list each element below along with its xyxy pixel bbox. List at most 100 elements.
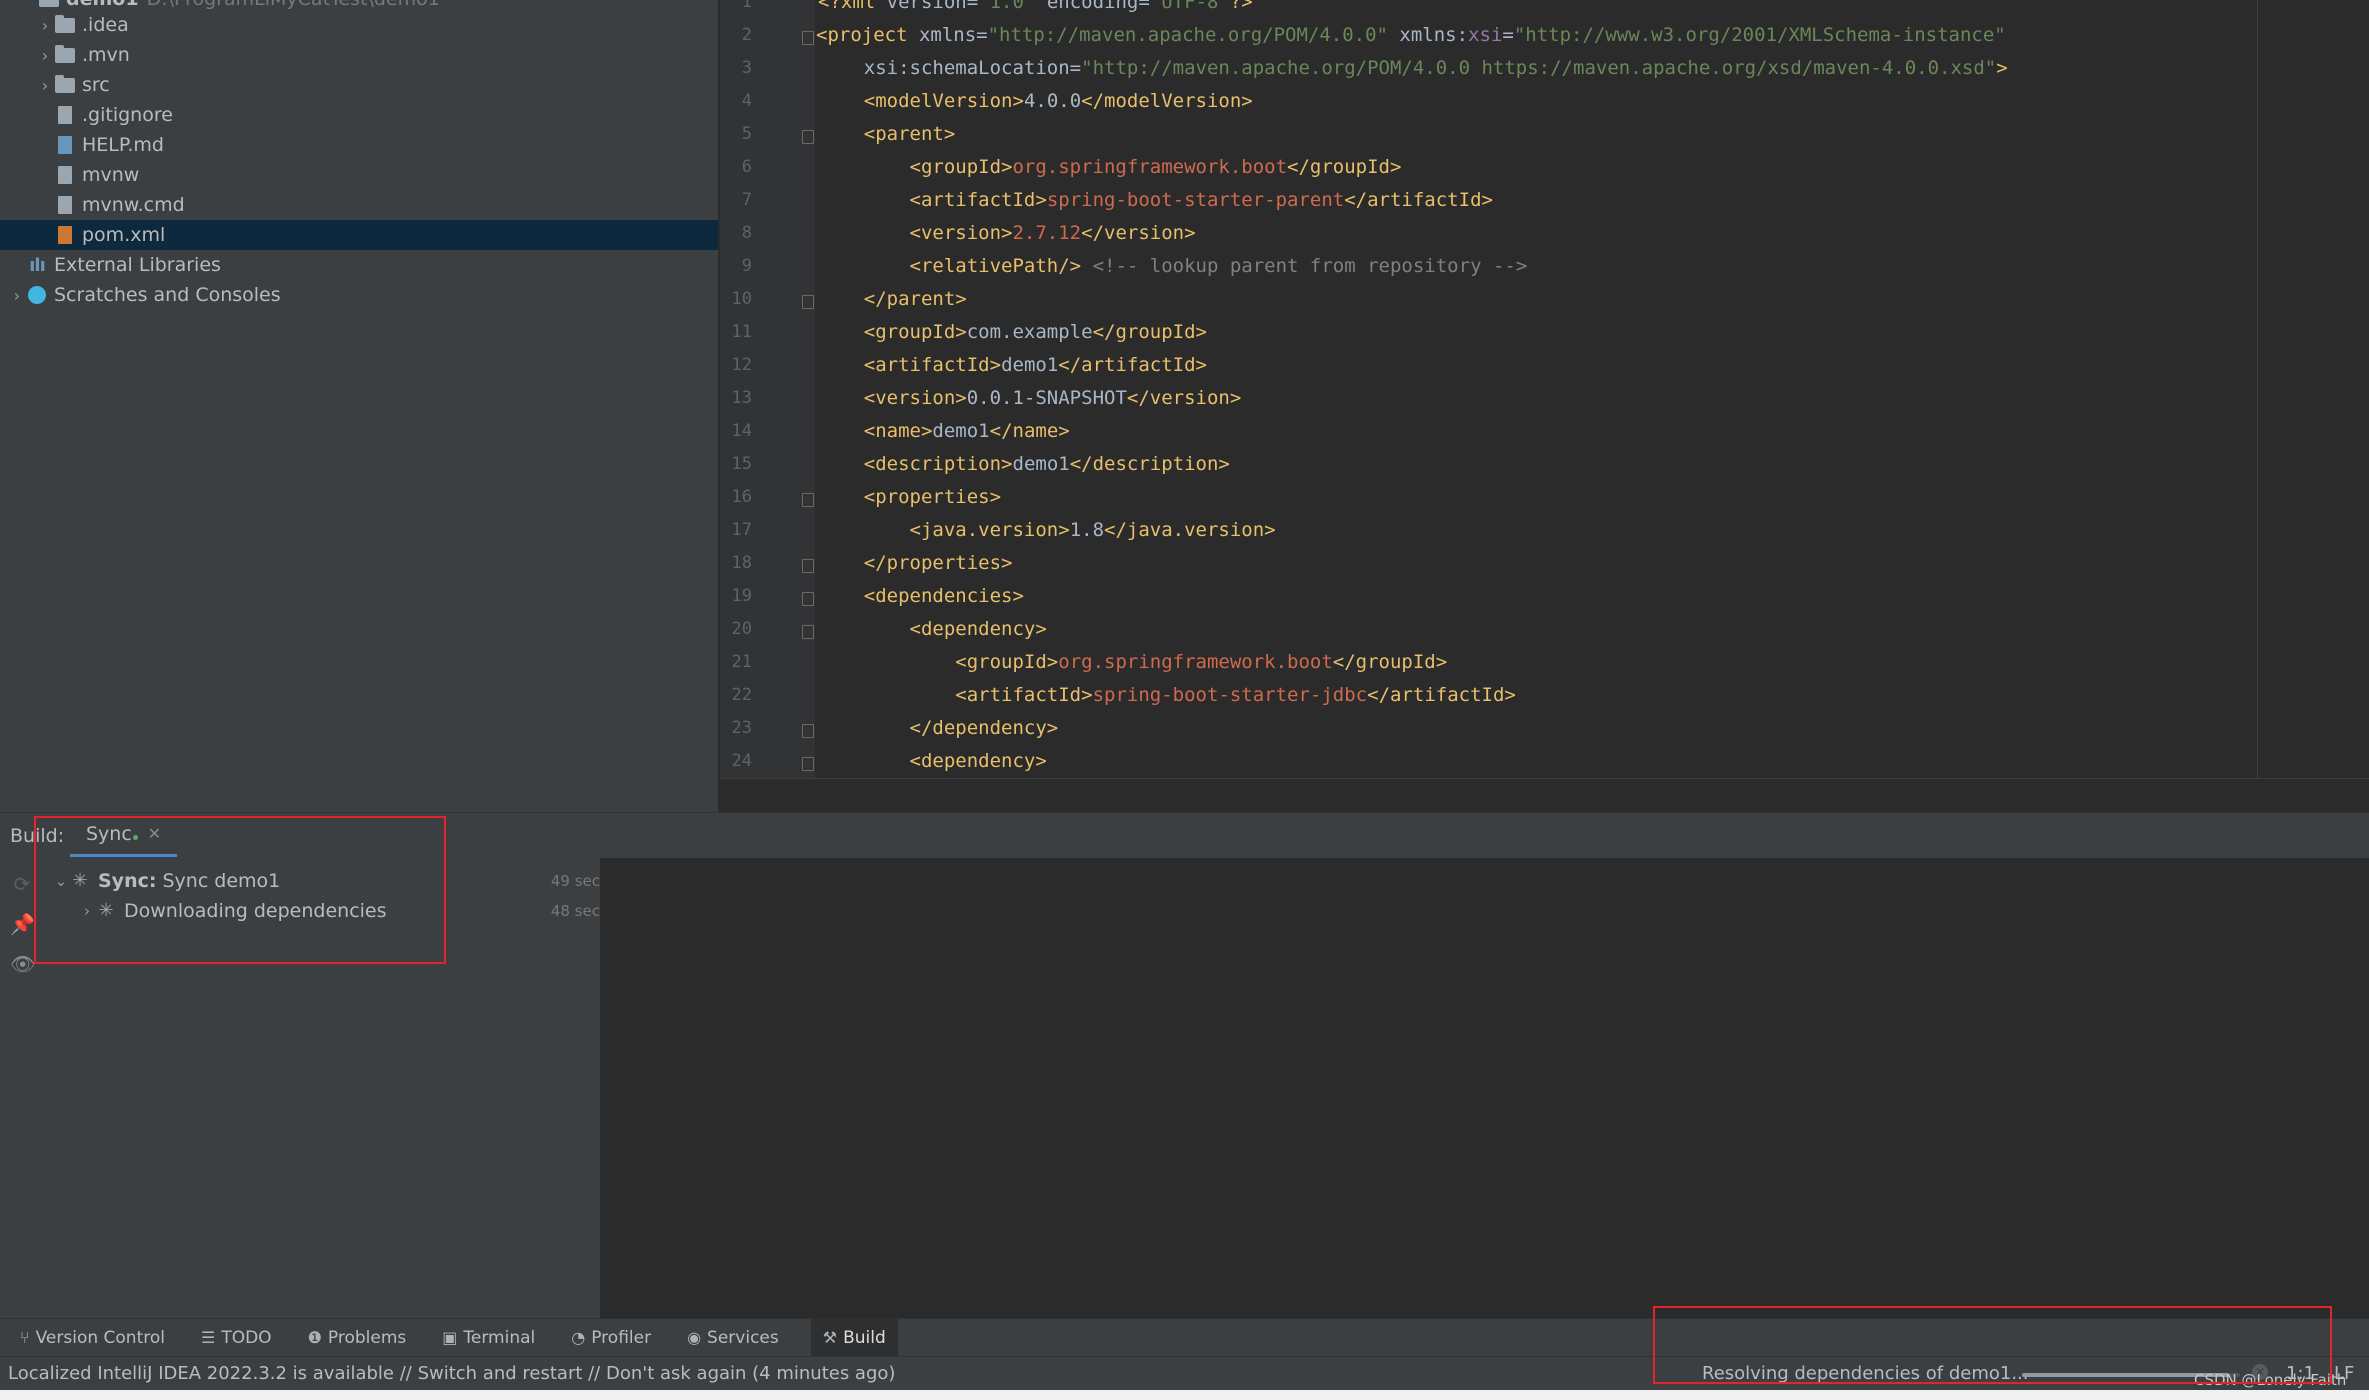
fold-marker-icon[interactable]: [802, 130, 814, 144]
code-line[interactable]: <version>0.0.1-SNAPSHOT</version>: [818, 387, 1242, 409]
chevron-right-icon[interactable]: ›: [36, 46, 54, 65]
tool-tab-problems[interactable]: ❶ Problems: [304, 1319, 411, 1357]
tree-item-label: mvnw: [82, 164, 140, 186]
line-number: 5: [741, 124, 752, 144]
line-number: 16: [731, 487, 752, 507]
fold-marker-icon[interactable]: [802, 724, 814, 738]
code-line[interactable]: <artifactId>spring-boot-starter-parent</…: [818, 189, 1493, 211]
tree-item[interactable]: › .mvn: [0, 40, 718, 70]
hammer-icon: ⚒: [822, 1328, 838, 1347]
code-line[interactable]: </dependency>: [818, 717, 1059, 739]
code-line[interactable]: <artifactId>demo1</artifactId>: [818, 354, 1207, 376]
code-line[interactable]: <properties>: [818, 486, 1001, 508]
code-line[interactable]: </parent>: [818, 288, 967, 310]
line-number: 7: [741, 190, 752, 210]
downloading-elapsed: 48 sec: [550, 902, 600, 920]
fold-marker-icon[interactable]: [802, 592, 814, 606]
tool-tab-profiler[interactable]: ◔ Profiler: [567, 1319, 655, 1357]
fold-marker-icon[interactable]: [802, 493, 814, 507]
tool-tab-services[interactable]: ◉ Services: [683, 1319, 783, 1357]
tool-tab-label: TODO: [221, 1327, 272, 1348]
tree-item[interactable]: mvnw.cmd: [0, 190, 718, 220]
editor-horizontal-scrollbar[interactable]: [720, 778, 2369, 813]
tree-item-label: HELP.md: [82, 134, 164, 156]
code-line[interactable]: <?xml version="1.0" encoding="UTF-8"?>: [818, 0, 1253, 13]
line-number: 9: [741, 256, 752, 276]
tree-item-label: Scratches and Consoles: [54, 284, 281, 306]
code-line[interactable]: <parent>: [818, 123, 956, 145]
tree-item[interactable]: ılı External Libraries: [0, 250, 718, 280]
tree-item[interactable]: mvnw: [0, 160, 718, 190]
tool-tab-todo[interactable]: ☰ TODO: [197, 1319, 276, 1357]
eye-icon[interactable]: 👁: [10, 952, 35, 976]
build-console[interactable]: [600, 858, 2369, 1318]
fold-marker-icon[interactable]: [802, 757, 814, 771]
folder-icon: [54, 74, 76, 95]
tree-item[interactable]: pom.xml: [0, 220, 718, 250]
line-number: 6: [741, 157, 752, 177]
tree-item[interactable]: .gitignore: [0, 100, 718, 130]
code-line[interactable]: <description>demo1</description>: [818, 453, 1230, 475]
folder-icon: [38, 0, 60, 9]
code-line[interactable]: </properties>: [818, 552, 1013, 574]
code-line[interactable]: xsi:schemaLocation="http://maven.apache.…: [818, 57, 2008, 79]
code-line[interactable]: <artifactId>spring-boot-starter-jdbc</ar…: [818, 684, 1516, 706]
code-line[interactable]: <version>2.7.12</version>: [818, 222, 1196, 244]
code-editor[interactable]: 1 2 3 4 5 6 7 8 9 10 11 12 13 14 15 16 17 18 19 20 21 22 23 24 …: [720, 0, 2369, 778]
line-number: 3: [741, 58, 752, 78]
line-number: 22: [731, 685, 752, 705]
pin-icon[interactable]: 📌: [10, 912, 35, 936]
profiler-icon: ◔: [571, 1328, 586, 1347]
tree-item-label: .gitignore: [82, 104, 173, 126]
fold-marker-icon[interactable]: [802, 625, 814, 639]
chevron-right-icon[interactable]: ›: [36, 16, 54, 35]
tree-item-label: src: [82, 74, 110, 96]
code-line[interactable]: <dependencies>: [818, 585, 1024, 607]
line-number: 12: [731, 355, 752, 375]
rerun-icon[interactable]: ⟳: [10, 872, 34, 896]
code-line[interactable]: <relativePath/> <!-- lookup parent from …: [818, 255, 1528, 277]
line-number: 18: [731, 553, 752, 573]
tree-root-path: D:\ProgramLiMyCatTest\demo1: [147, 0, 440, 10]
line-number: 2: [741, 25, 752, 45]
tree-item-label: .mvn: [82, 44, 130, 66]
editor-gutter: 1 2 3 4 5 6 7 8 9 10 11 12 13 14 15 16 17 18 19 20 21 22 23 24: [720, 0, 815, 778]
tool-tab-build[interactable]: ⚒ Build: [810, 1318, 898, 1357]
chevron-right-icon[interactable]: ›: [8, 286, 26, 305]
code-line[interactable]: <java.version>1.8</java.version>: [818, 519, 1276, 541]
code-line[interactable]: <groupId>org.springframework.boot</group…: [818, 651, 1447, 673]
status-message[interactable]: Localized IntelliJ IDEA 2022.3.2 is avai…: [8, 1363, 895, 1384]
code-line[interactable]: <groupId>com.example</groupId>: [818, 321, 1207, 343]
fold-marker-icon[interactable]: [802, 295, 814, 309]
line-number: 1: [741, 0, 752, 12]
tree-item[interactable]: › Scratches and Consoles: [0, 280, 718, 310]
file-icon: [54, 165, 76, 185]
fold-marker-icon[interactable]: [802, 31, 814, 45]
code-line[interactable]: <groupId>org.springframework.boot</group…: [818, 156, 1402, 178]
tree-item[interactable]: › src: [0, 70, 718, 100]
fold-marker-icon[interactable]: [802, 559, 814, 573]
scratch-icon: [26, 285, 48, 305]
branch-icon: ⑂: [20, 1328, 30, 1347]
terminal-icon: ▣: [442, 1328, 458, 1347]
chevron-right-icon[interactable]: ›: [36, 76, 54, 95]
tool-tab-label: Build: [843, 1327, 886, 1348]
highlight-box: [1653, 1306, 2332, 1384]
markdown-file-icon: [54, 135, 76, 155]
right-margin-guide: [2257, 0, 2258, 778]
tree-item[interactable]: HELP.md: [0, 130, 718, 160]
code-line[interactable]: <modelVersion>4.0.0</modelVersion>: [818, 90, 1253, 112]
folder-icon: [54, 14, 76, 35]
code-line[interactable]: <project xmlns="http://maven.apache.org/…: [816, 24, 2006, 46]
file-icon: [54, 195, 76, 215]
line-number: 10: [731, 289, 752, 309]
code-line[interactable]: <dependency>: [818, 750, 1047, 772]
tool-tab-terminal[interactable]: ▣ Terminal: [438, 1319, 539, 1357]
tool-tab-version-control[interactable]: ⑂ Version Control: [16, 1319, 169, 1357]
code-line[interactable]: <dependency>: [818, 618, 1047, 640]
services-icon: ◉: [687, 1328, 702, 1347]
tool-tab-label: Terminal: [463, 1327, 536, 1348]
os-taskbar: [0, 1390, 2369, 1400]
code-line[interactable]: <name>demo1</name>: [818, 420, 1070, 442]
tree-item[interactable]: › .idea: [0, 10, 718, 40]
